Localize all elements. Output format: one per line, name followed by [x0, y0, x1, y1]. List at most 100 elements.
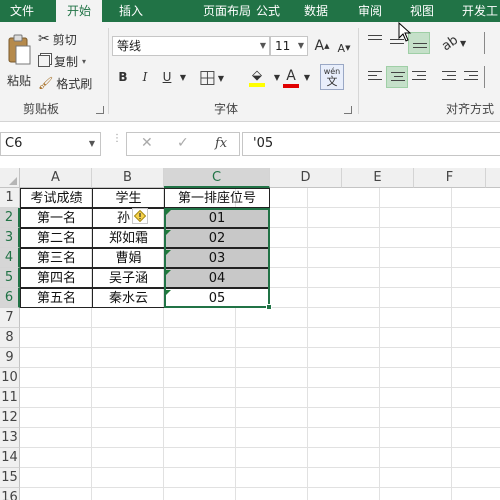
- row-header-16[interactable]: 16: [0, 488, 20, 500]
- row-header-7[interactable]: 7: [0, 308, 20, 328]
- phonetic-sub-label: 文: [326, 74, 338, 88]
- row-header-4[interactable]: 4: [0, 248, 20, 268]
- chevron-down-icon: ▾: [82, 56, 87, 66]
- cell-c3[interactable]: 02: [164, 228, 270, 248]
- cut-button[interactable]: ✂ 剪切: [38, 30, 77, 48]
- enter-icon[interactable]: ✓: [177, 135, 189, 151]
- group-divider: [358, 28, 359, 114]
- cell-c1[interactable]: 第一排座位号: [164, 188, 270, 208]
- cell-b1[interactable]: 学生: [92, 188, 165, 208]
- cell-c4[interactable]: 03: [164, 248, 270, 268]
- tab-formulas[interactable]: 公式: [248, 0, 288, 22]
- font-size-combo[interactable]: 11 ▼: [270, 36, 308, 56]
- copy-button[interactable]: 复制 ▾: [38, 52, 86, 70]
- clipboard-dialog-launcher[interactable]: [96, 106, 104, 114]
- underline-options-button[interactable]: ▼: [178, 66, 188, 88]
- cell-a1[interactable]: 考试成绩: [20, 188, 93, 208]
- underline-button[interactable]: U: [158, 66, 176, 88]
- align-right-button[interactable]: [408, 66, 430, 88]
- increase-indent-button[interactable]: [460, 66, 482, 88]
- select-all-corner[interactable]: [0, 168, 20, 188]
- cell-b2-value: 孙: [116, 211, 130, 226]
- row-header-6[interactable]: 6: [0, 288, 20, 308]
- copy-label: 复制: [54, 54, 79, 69]
- format-painter-label: 格式刷: [56, 76, 93, 91]
- chevron-down-icon: ▼: [179, 72, 187, 82]
- top-align-button[interactable]: [364, 32, 386, 54]
- row-header-10[interactable]: 10: [0, 368, 20, 388]
- column-header-e[interactable]: E: [342, 168, 414, 188]
- column-header-c[interactable]: C: [164, 168, 270, 188]
- cell-b2[interactable]: 孙: [92, 208, 165, 228]
- column-header-g[interactable]: [486, 168, 500, 188]
- cell-c6[interactable]: 05: [164, 288, 270, 308]
- tab-review[interactable]: 审阅: [350, 0, 390, 22]
- row-header-2[interactable]: 2: [0, 208, 20, 228]
- cell-a4[interactable]: 第三名: [20, 248, 93, 268]
- tab-home[interactable]: 开始: [56, 0, 102, 22]
- row-header-5[interactable]: 5: [0, 268, 20, 288]
- align-left-button[interactable]: [364, 66, 386, 88]
- italic-button[interactable]: I: [136, 66, 154, 88]
- align-center-button[interactable]: [386, 66, 408, 88]
- drag-handle-icon[interactable]: ⋮: [112, 134, 122, 152]
- tab-data[interactable]: 数据: [296, 0, 336, 22]
- row-header-15[interactable]: 15: [0, 468, 20, 488]
- phonetic-guide-button[interactable]: wén 文: [320, 64, 344, 90]
- cell-a2[interactable]: 第一名: [20, 208, 93, 228]
- row-header-11[interactable]: 11: [0, 388, 20, 408]
- formula-input[interactable]: '05: [242, 132, 500, 156]
- decrease-indent-button[interactable]: [438, 66, 460, 88]
- font-color-options-button[interactable]: ▼: [302, 66, 312, 88]
- increase-font-button[interactable]: A ▲: [314, 36, 330, 56]
- row-header-14[interactable]: 14: [0, 448, 20, 468]
- row-header-9[interactable]: 9: [0, 348, 20, 368]
- column-header-f[interactable]: F: [414, 168, 486, 188]
- cell-b6[interactable]: 秦水云: [92, 288, 165, 308]
- cell-c5[interactable]: 04: [164, 268, 270, 288]
- cell-a3[interactable]: 第二名: [20, 228, 93, 248]
- orientation-icon: ab: [438, 32, 461, 54]
- row-header-12[interactable]: 12: [0, 408, 20, 428]
- merge-center-button[interactable]: [484, 66, 500, 88]
- name-box[interactable]: C6 ▼: [0, 132, 101, 156]
- error-check-button[interactable]: [132, 208, 148, 224]
- cell-a6[interactable]: 第五名: [20, 288, 93, 308]
- paste-label: 粘贴: [6, 73, 31, 88]
- cell-b3[interactable]: 郑如霜: [92, 228, 165, 248]
- format-painter-button[interactable]: 🖌 格式刷: [38, 74, 92, 92]
- column-header-a[interactable]: A: [20, 168, 92, 188]
- row-header-3[interactable]: 3: [0, 228, 20, 248]
- column-header-b[interactable]: B: [92, 168, 164, 188]
- copy-icon: [38, 55, 50, 67]
- borders-button[interactable]: ▼: [200, 68, 224, 88]
- borders-icon: [200, 71, 215, 85]
- paste-button[interactable]: 粘贴: [4, 30, 34, 92]
- row-header-1[interactable]: 1: [0, 188, 20, 208]
- bold-button[interactable]: B: [114, 66, 132, 88]
- font-color-button[interactable]: A: [280, 66, 302, 90]
- tab-developer[interactable]: 开发工: [455, 0, 500, 22]
- decrease-font-button[interactable]: A ▼: [336, 38, 352, 58]
- error-indicator-icon: [166, 230, 171, 235]
- font-name-combo[interactable]: 等线 ▼: [112, 36, 270, 56]
- fill-color-button[interactable]: ⬙: [244, 66, 270, 90]
- cut-label: 剪切: [52, 32, 77, 47]
- font-group-label: 字体: [214, 102, 239, 116]
- orientation-button[interactable]: ab ▼: [438, 32, 468, 54]
- cell-b4[interactable]: 曹娟: [92, 248, 165, 268]
- tab-insert[interactable]: 插入: [108, 0, 154, 22]
- font-dialog-launcher[interactable]: [344, 106, 352, 114]
- column-header-d[interactable]: D: [270, 168, 342, 188]
- wrap-text-button[interactable]: [484, 32, 500, 54]
- insert-function-icon[interactable]: fx: [215, 136, 227, 151]
- fill-handle[interactable]: [266, 304, 272, 310]
- cancel-icon[interactable]: ✕: [141, 135, 153, 151]
- tab-file[interactable]: 文件: [0, 0, 44, 22]
- cell-b5[interactable]: 吴子涵: [92, 268, 165, 288]
- row-header-8[interactable]: 8: [0, 328, 20, 348]
- row-header-13[interactable]: 13: [0, 428, 20, 448]
- cell-c2[interactable]: 01: [164, 208, 270, 228]
- tab-view[interactable]: 视图: [402, 0, 442, 22]
- cell-a5[interactable]: 第四名: [20, 268, 93, 288]
